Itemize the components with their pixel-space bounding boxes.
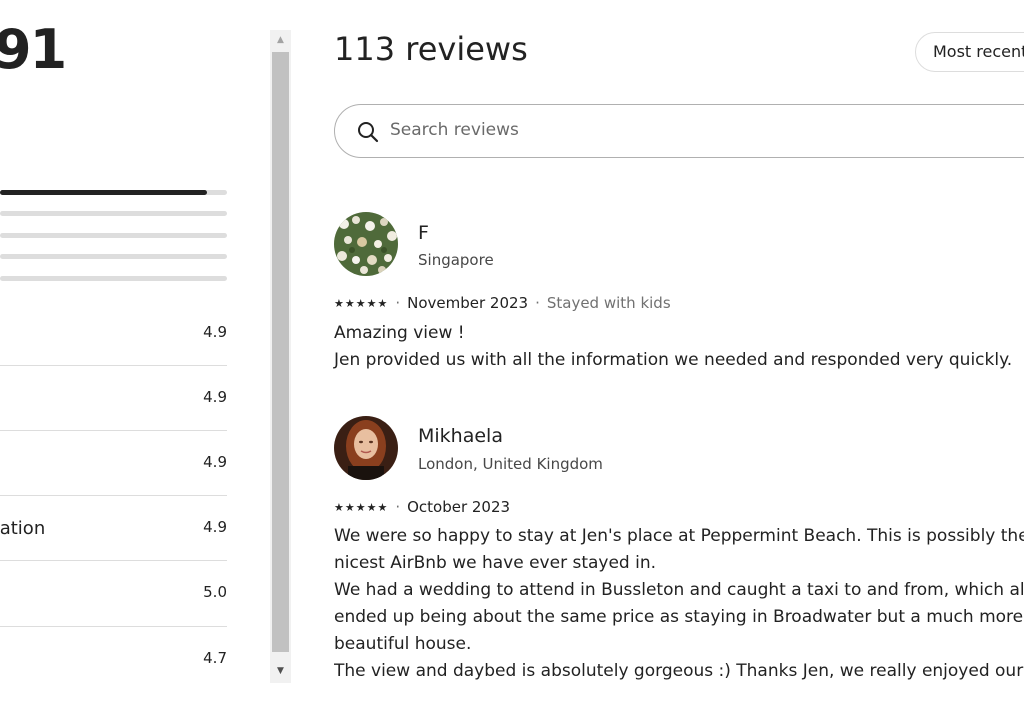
review-meta: ★★★★★ · November 2023 · Stayed with kids bbox=[334, 294, 671, 312]
divider bbox=[0, 430, 227, 431]
divider bbox=[0, 560, 227, 561]
divider bbox=[0, 495, 227, 496]
reviewer-location: London, United Kingdom bbox=[418, 455, 603, 473]
rating-bar bbox=[0, 254, 227, 259]
search-input[interactable] bbox=[388, 119, 992, 141]
review-meta: ★★★★★ · October 2023 bbox=[334, 498, 510, 516]
rating-bar bbox=[0, 190, 227, 195]
overall-rating: 91 bbox=[0, 18, 67, 81]
scroll-thumb[interactable] bbox=[272, 52, 289, 652]
search-icon bbox=[358, 122, 379, 143]
star-rating-icon: ★★★★★ bbox=[334, 500, 389, 514]
scroll-down-arrow-icon[interactable]: ▼ bbox=[270, 661, 291, 681]
scroll-up-arrow-icon[interactable]: ▲ bbox=[270, 30, 291, 50]
category-score: 4.9 bbox=[203, 388, 227, 406]
category-row: 4.7 bbox=[0, 649, 227, 714]
separator-dot: · bbox=[395, 498, 401, 516]
category-row: cy 4.9 bbox=[0, 388, 227, 453]
category-row: n 5.0 bbox=[0, 583, 227, 648]
rating-bar bbox=[0, 233, 227, 238]
reviewer-name: F bbox=[418, 222, 429, 244]
rating-bar bbox=[0, 211, 227, 216]
review-text: We were so happy to stay at Jen's place … bbox=[334, 526, 1024, 681]
rating-bar bbox=[0, 276, 227, 281]
category-row: ess 4.9 bbox=[0, 323, 227, 388]
category-label: unication bbox=[0, 518, 46, 539]
search-reviews-bar[interactable] bbox=[334, 104, 1024, 158]
category-score: 4.9 bbox=[203, 323, 227, 341]
sort-dropdown-button[interactable]: Most recent bbox=[915, 32, 1024, 72]
category-score: 4.9 bbox=[203, 518, 227, 536]
review-text: Amazing view ! Jen provided us with all … bbox=[334, 323, 1013, 370]
category-score: 5.0 bbox=[203, 583, 227, 601]
separator-dot: · bbox=[535, 294, 540, 312]
category-row: n 4.9 bbox=[0, 453, 227, 518]
category-row: unication 4.9 bbox=[0, 518, 227, 583]
divider bbox=[0, 626, 227, 627]
category-score: 4.7 bbox=[203, 649, 227, 667]
rating-bar-fill bbox=[0, 190, 207, 195]
category-score: 4.9 bbox=[203, 453, 227, 471]
avatar bbox=[334, 212, 398, 276]
star-rating-icon: ★★★★★ bbox=[334, 296, 389, 310]
review-date: October 2023 bbox=[407, 498, 511, 516]
scrollbar[interactable]: ▲ ▼ bbox=[270, 30, 291, 683]
reviewer-location: Singapore bbox=[418, 251, 494, 269]
reviews-count-heading: 113 reviews bbox=[334, 30, 528, 68]
review-date: November 2023 bbox=[407, 294, 529, 312]
divider bbox=[0, 365, 227, 366]
avatar bbox=[334, 416, 398, 480]
stay-type: Stayed with kids bbox=[546, 294, 671, 312]
separator-dot: · bbox=[395, 294, 401, 312]
reviewer-name: Mikhaela bbox=[418, 425, 503, 447]
